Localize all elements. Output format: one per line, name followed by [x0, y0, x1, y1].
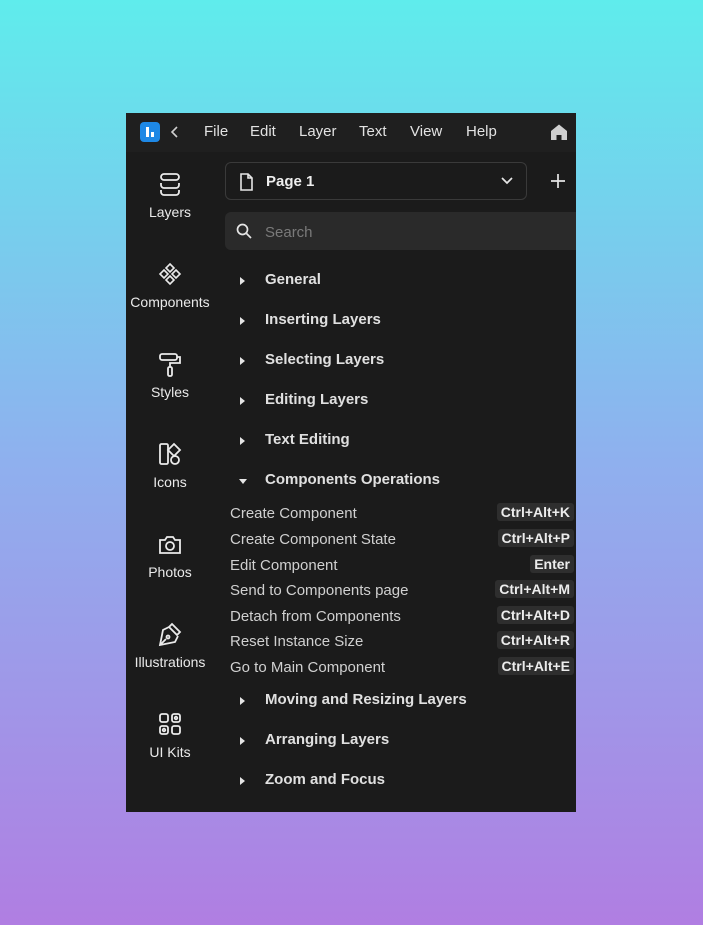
app-window: File Edit Layer Text View Help Layers Co… [126, 113, 576, 812]
section-title: Text Editing [265, 431, 350, 448]
add-page-icon[interactable] [549, 172, 567, 190]
rail-item-layers[interactable]: Layers [126, 172, 214, 236]
caret-right-icon [240, 737, 245, 745]
rail-label-photos: Photos [148, 564, 192, 580]
shortcut-name: Go to Main Component [230, 659, 386, 676]
menubar: File Edit Layer Text View Help [126, 113, 576, 152]
rail-item-icons[interactable]: Icons [126, 442, 214, 506]
left-rail: Layers Components Styles Icons Photos Il… [126, 152, 214, 812]
document-icon [240, 173, 253, 191]
section-text-editing[interactable]: Text Editing [238, 429, 568, 453]
section-title: Components Operations [265, 471, 441, 488]
back-chevron-icon[interactable] [169, 124, 181, 140]
caret-right-icon [240, 697, 245, 705]
section-editing-layers[interactable]: Editing Layers [238, 389, 568, 413]
home-icon[interactable] [550, 123, 568, 141]
caret-right-icon [240, 777, 245, 785]
shortcut-row: Go to Main Component Ctrl+Alt+E [230, 657, 574, 679]
rail-label-layers: Layers [148, 204, 192, 220]
shortcut-key: Ctrl+Alt+D [496, 606, 574, 624]
section-title: Zoom and Focus [265, 771, 385, 788]
shortcut-name: Detach from Components [230, 608, 401, 625]
section-title: Editing Layers [265, 391, 369, 408]
search-input[interactable] [263, 220, 567, 244]
rail-label-styles: Styles [150, 384, 190, 400]
shortcut-row: Create Component Ctrl+Alt+K [230, 503, 574, 525]
components-icon [158, 262, 182, 286]
section-inserting-layers[interactable]: Inserting Layers [238, 309, 568, 333]
shortcut-key: Ctrl+Alt+K [496, 503, 574, 521]
section-title: Arranging Layers [265, 731, 390, 748]
paint-roller-icon [159, 353, 181, 377]
section-title: Selecting Layers [265, 351, 385, 368]
search-icon [236, 223, 252, 239]
grid-icon [159, 713, 181, 735]
shortcut-key: Enter [530, 555, 574, 573]
rail-label-illustrations: Illustrations [134, 654, 206, 670]
menu-file[interactable]: File [204, 123, 228, 140]
shortcut-name: Edit Component [230, 557, 338, 574]
section-title: Inserting Layers [265, 311, 381, 328]
section-title: Moving and Resizing Layers [265, 691, 467, 708]
shortcut-row: Edit Component Enter [230, 555, 574, 577]
section-general[interactable]: General [238, 269, 568, 293]
shortcut-name: Send to Components page [230, 582, 409, 599]
shortcut-name: Create Component [230, 505, 357, 522]
rail-item-photos[interactable]: Photos [126, 532, 214, 596]
shortcut-name: Reset Instance Size [230, 633, 364, 650]
menu-edit[interactable]: Edit [250, 123, 276, 140]
shapes-icon [159, 442, 182, 465]
app-logo-icon[interactable] [140, 122, 160, 142]
caret-down-icon [239, 479, 247, 484]
rail-item-styles[interactable]: Styles [126, 352, 214, 416]
section-selecting-layers[interactable]: Selecting Layers [238, 349, 568, 373]
shortcut-key: Ctrl+Alt+E [497, 657, 574, 675]
shortcut-key: Ctrl+Alt+R [496, 631, 574, 649]
shortcut-key: Ctrl+Alt+P [497, 529, 574, 547]
rail-label-icons: Icons [153, 474, 187, 490]
shortcut-row: Detach from Components Ctrl+Alt+D [230, 606, 574, 628]
rail-label-components: Components [130, 294, 210, 310]
section-moving-resizing-layers[interactable]: Moving and Resizing Layers [238, 689, 568, 713]
rail-item-ui-kits[interactable]: UI Kits [126, 712, 214, 776]
shortcut-row: Reset Instance Size Ctrl+Alt+R [230, 631, 574, 653]
section-components-operations[interactable]: Components Operations [238, 469, 568, 493]
rail-item-illustrations[interactable]: Illustrations [126, 622, 214, 686]
menu-layer[interactable]: Layer [299, 123, 337, 140]
caret-right-icon [240, 317, 245, 325]
rail-label-ui-kits: UI Kits [149, 744, 191, 760]
menu-text[interactable]: Text [359, 123, 387, 140]
pen-nib-icon [158, 622, 182, 647]
caret-right-icon [240, 437, 245, 445]
section-zoom-focus[interactable]: Zoom and Focus [238, 769, 568, 793]
chevron-down-icon [501, 177, 513, 185]
shortcut-row: Create Component State Ctrl+Alt+P [230, 529, 574, 551]
menu-help[interactable]: Help [466, 123, 497, 140]
section-arranging-layers[interactable]: Arranging Layers [238, 729, 568, 753]
camera-icon [159, 536, 181, 554]
rail-item-components[interactable]: Components [126, 262, 214, 326]
menu-view[interactable]: View [410, 123, 442, 140]
page-selector[interactable]: Page 1 [225, 162, 527, 200]
section-title: General [265, 271, 321, 288]
search-box [225, 212, 576, 250]
shortcut-name: Create Component State [230, 531, 396, 548]
caret-right-icon [240, 277, 245, 285]
layers-icon [160, 173, 180, 196]
page-selector-label: Page 1 [266, 173, 315, 190]
caret-right-icon [240, 397, 245, 405]
caret-right-icon [240, 357, 245, 365]
shortcut-key: Ctrl+Alt+M [495, 580, 574, 598]
shortcut-row: Send to Components page Ctrl+Alt+M [230, 580, 574, 602]
